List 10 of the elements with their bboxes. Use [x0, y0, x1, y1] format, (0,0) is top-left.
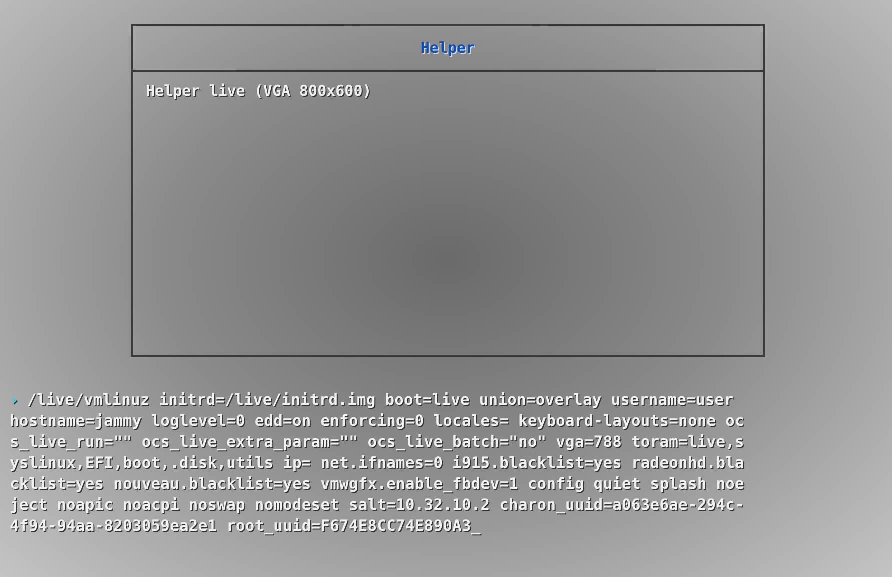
menu-title: Helper — [133, 26, 763, 72]
menu-item[interactable]: Helper live (VGA 800x600) — [146, 82, 750, 100]
boot-command-line[interactable]: 4f94-94aa-8203059ea2e1 root_uuid=F674E8CC74E890A3_ — [10, 517, 481, 538]
boot-command-line[interactable]: ject noapic noacpi noswap nomodeset salt=10.32.10.2 charon_uuid=a063e6ae-294c- — [10, 496, 744, 517]
boot-command-line[interactable]: s_live_run="" ocs_live_extra_param="" ocs_live_batch="no" vga=788 toram=live,s — [10, 433, 744, 454]
boot-command-line[interactable]: cklist=yes nouveau.blacklist=yes vmwgfx.enable_fbdev=1 config quiet splash noe — [10, 475, 744, 496]
boot-command-line[interactable]: hostname=jammy loglevel=0 edd=on enforcing=0 locales= keyboard-layouts=none oc — [10, 412, 744, 433]
boot-command-line[interactable]: yslinux,EFI,boot,.disk,utils ip= net.ifnames=0 i915.blacklist=yes radeonhd.bla — [10, 454, 744, 475]
prompt-symbol: › — [10, 391, 20, 411]
boot-command-line[interactable]: /live/vmlinuz initrd=/live/initrd.img boot=live union=overlay username=user — [27, 391, 734, 412]
